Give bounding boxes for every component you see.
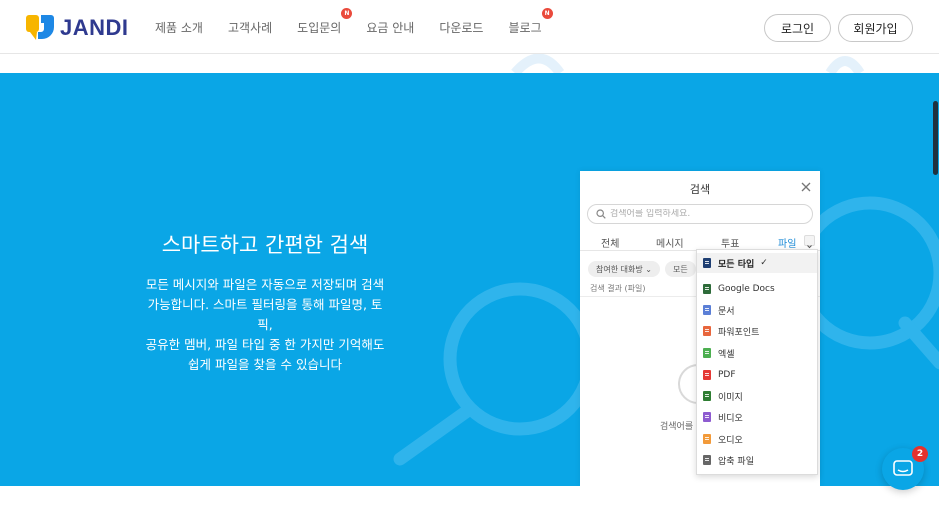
hero-description-line: 쉽게 파일을 찾을 수 있습니다	[188, 357, 342, 372]
powerpoint-icon	[703, 326, 711, 336]
video-icon	[703, 412, 711, 422]
file-type-option-label: 파워포인트	[718, 327, 760, 338]
file-type-option-label: PDF	[718, 370, 736, 380]
site-header: JANDI 제품 소개 고객사례 도입문의 N 요금 안내 다운로드 블로그 N 로…	[0, 0, 939, 54]
nav-item-label: 고객사례	[227, 20, 273, 35]
file-type-option[interactable]: Google Docs	[697, 279, 817, 299]
page-scrollbar-thumb[interactable]	[933, 101, 938, 175]
hero-description-line: 모든 메시지와 파일은 자동으로 저장되며 검색	[145, 277, 385, 292]
file-type-option[interactable]: 문서	[697, 300, 817, 320]
google-docs-icon	[703, 284, 711, 294]
member-filter-chip[interactable]: 모든	[665, 261, 696, 277]
file-type-option[interactable]: 파워포인트	[697, 321, 817, 341]
nav-item-label: 요금 안내	[366, 20, 415, 35]
file-type-option[interactable]: PDF	[697, 365, 817, 385]
chat-unread-badge: 2	[912, 446, 928, 462]
hero-description: 모든 메시지와 파일은 자동으로 저장되며 검색 가능합니다. 스마트 필터링을…	[140, 275, 390, 375]
main-nav: 제품 소개 고객사례 도입문의 N 요금 안내 다운로드 블로그 N	[155, 0, 567, 54]
chat-icon	[893, 460, 913, 476]
nav-item-label: 제품 소개	[155, 20, 203, 35]
file-type-option-label: Google Docs	[718, 284, 775, 294]
archive-icon	[703, 455, 711, 465]
tab-messages[interactable]: 메시지	[656, 235, 684, 250]
close-icon[interactable]	[800, 181, 812, 193]
file-type-option-label: 압축 파일	[718, 456, 754, 467]
jandi-logo-mark-icon	[26, 15, 54, 40]
file-type-option-label: 모든 타입	[718, 259, 755, 270]
search-input[interactable]	[610, 209, 800, 219]
search-panel-title: 검색	[689, 183, 711, 196]
hero-title: 스마트하고 간편한 검색	[161, 233, 369, 257]
new-badge: N	[341, 7, 353, 19]
file-type-option-label: 이미지	[718, 392, 743, 403]
file-type-dropdown: 모든 타입 ✓ Google Docs 문서파워포인트엑셀 PDF 이미지비디오오디오압축…	[696, 249, 818, 475]
nav-item-blog[interactable]: 블로그 N	[508, 7, 553, 36]
pdf-icon	[703, 370, 711, 380]
file-type-option[interactable]: 압축 파일	[697, 450, 817, 470]
file-type-option[interactable]: 비디오	[697, 407, 817, 427]
nav-item-label: 도입문의	[297, 20, 342, 35]
file-type-option-label: 문서	[718, 306, 735, 317]
decorative-arc-icon	[511, 54, 865, 73]
decorative-strip	[0, 54, 939, 73]
hero-description-line: 공유한 멤버, 파일 타입 중 한 가지만 기억해도	[145, 337, 385, 352]
tab-polls[interactable]: 투표	[721, 235, 739, 250]
page-bottom	[0, 486, 939, 506]
file-type-option-label: 오디오	[718, 435, 743, 446]
file-type-option-label: 비디오	[718, 413, 743, 424]
all-files-icon	[703, 258, 711, 268]
brand-name: JANDI	[60, 15, 129, 40]
excel-icon	[703, 348, 711, 358]
hero-description-line: 가능합니다. 스마트 필터링을 통해 파일명, 토픽,	[147, 297, 383, 332]
audio-icon	[703, 434, 711, 444]
nav-item-product[interactable]: 제품 소개	[155, 19, 203, 36]
new-badge: N	[541, 7, 553, 19]
file-type-option[interactable]: 엑셀	[697, 343, 817, 363]
file-type-option[interactable]: 모든 타입 ✓	[697, 253, 817, 273]
tab-files[interactable]: 파일	[778, 235, 796, 250]
document-icon	[703, 305, 711, 315]
file-type-option-label: 엑셀	[718, 349, 735, 360]
jandi-logo[interactable]: JANDI	[26, 14, 129, 42]
search-tabs: 전체 메시지 투표 파일	[580, 231, 820, 251]
nav-item-label: 블로그	[508, 20, 542, 35]
file-type-option[interactable]: 이미지	[697, 386, 817, 406]
tab-dropdown-toggle[interactable]	[804, 235, 815, 249]
search-icon	[596, 209, 606, 219]
nav-item-download[interactable]: 다운로드	[439, 19, 483, 36]
nav-item-inquiry[interactable]: 도입문의 N	[297, 7, 353, 36]
empty-state-text: 검색어를	[660, 422, 694, 432]
login-button[interactable]: 로그인	[764, 14, 831, 42]
nav-item-label: 다운로드	[439, 20, 484, 35]
check-icon: ✓	[760, 258, 768, 268]
room-filter-chip[interactable]: 참여한 대화방 ⌄	[588, 261, 660, 277]
file-type-option[interactable]: 오디오	[697, 429, 817, 449]
nav-item-pricing[interactable]: 요금 안내	[366, 19, 414, 36]
image-icon	[703, 391, 711, 401]
search-box[interactable]	[587, 204, 813, 224]
result-label: 검색 결과 (파일)	[590, 284, 646, 293]
nav-item-customers[interactable]: 고객사례	[228, 19, 272, 36]
tab-all[interactable]: 전체	[601, 235, 619, 250]
signup-button[interactable]: 회원가입	[838, 14, 913, 42]
